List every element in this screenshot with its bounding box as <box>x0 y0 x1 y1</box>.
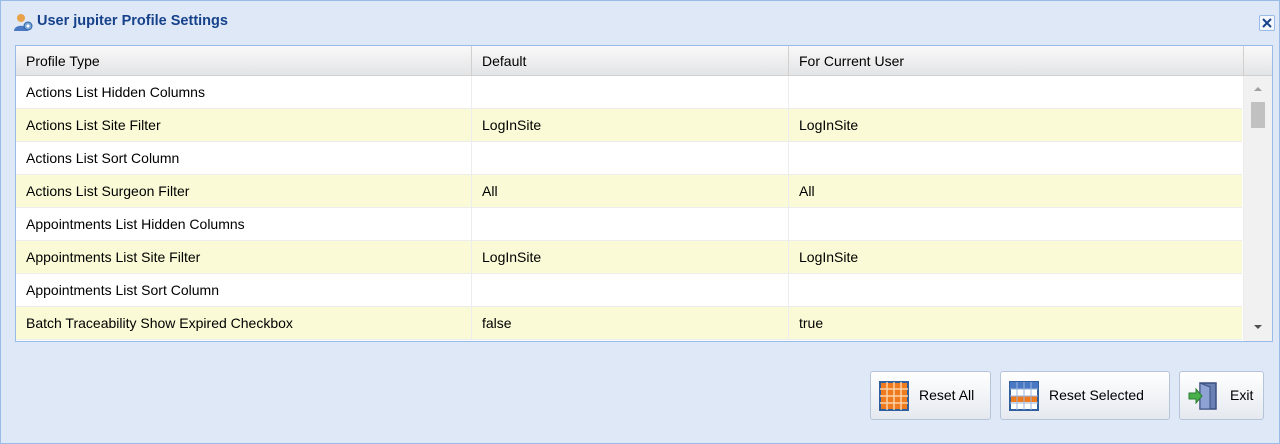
cell-current-user <box>789 208 1244 241</box>
cell-profile-type: Appointments List Sort Column <box>16 274 472 307</box>
column-header-profile-type[interactable]: Profile Type <box>16 46 472 76</box>
column-header-default[interactable]: Default <box>472 46 789 76</box>
close-icon <box>1262 18 1272 28</box>
window-titlebar: User jupiter Profile Settings <box>1 1 1279 43</box>
exit-door-icon <box>1188 382 1217 410</box>
cell-current-user: LogInSite <box>789 109 1244 142</box>
cell-current-user <box>789 142 1244 175</box>
cell-current-user: true <box>789 307 1244 340</box>
reset-selected-button[interactable]: Reset Selected <box>1000 371 1170 420</box>
grid-scrollbar[interactable] <box>1244 76 1272 341</box>
cell-current-user <box>789 274 1244 307</box>
cell-default <box>472 76 789 109</box>
table-row[interactable]: Appointments List Hidden Columns <box>16 208 1244 241</box>
column-header-for-current-user[interactable]: For Current User <box>789 46 1244 76</box>
cell-default: false <box>472 307 789 340</box>
window-title: User jupiter Profile Settings <box>37 13 228 29</box>
user-settings-icon <box>14 14 33 31</box>
cell-default <box>472 142 789 175</box>
reset-all-label: Reset All <box>919 387 975 403</box>
exit-button[interactable]: Exit <box>1179 371 1264 420</box>
table-row[interactable]: Batch Traceability Show Expired Checkbox… <box>16 307 1244 340</box>
cell-current-user: LogInSite <box>789 241 1244 274</box>
grid-rows: Actions List Hidden Columns Actions List… <box>16 76 1244 340</box>
table-row[interactable]: Appointments List Site Filter LogInSite … <box>16 241 1244 274</box>
reset-selected-label: Reset Selected <box>1049 387 1144 403</box>
table-row[interactable]: Actions List Sort Column <box>16 142 1244 175</box>
exit-label: Exit <box>1230 387 1254 403</box>
scroll-up-arrow-icon[interactable] <box>1251 82 1265 96</box>
cell-profile-type: Actions List Surgeon Filter <box>16 175 472 208</box>
reset-all-button[interactable]: Reset All <box>870 371 991 420</box>
profile-settings-window: User jupiter Profile Settings Profile Ty… <box>0 0 1280 444</box>
close-button[interactable] <box>1259 15 1275 31</box>
cell-default <box>472 274 789 307</box>
scroll-down-arrow-icon[interactable] <box>1251 320 1265 334</box>
table-row[interactable]: Appointments List Sort Column <box>16 274 1244 307</box>
grid-reset-icon <box>879 381 909 411</box>
profile-settings-grid: Profile Type Default For Current User Ac… <box>15 45 1273 342</box>
cell-current-user: All <box>789 175 1244 208</box>
grid-selected-reset-icon <box>1009 381 1039 411</box>
cell-profile-type: Actions List Site Filter <box>16 109 472 142</box>
cell-profile-type: Appointments List Site Filter <box>16 241 472 274</box>
cell-default: LogInSite <box>472 241 789 274</box>
grid-header: Profile Type Default For Current User <box>16 46 1272 76</box>
cell-default: LogInSite <box>472 109 789 142</box>
table-row[interactable]: Actions List Hidden Columns <box>16 76 1244 109</box>
scrollbar-thumb[interactable] <box>1251 102 1265 128</box>
table-row[interactable]: Actions List Surgeon Filter All All <box>16 175 1244 208</box>
cell-profile-type: Batch Traceability Show Expired Checkbox <box>16 307 472 340</box>
cell-profile-type: Actions List Sort Column <box>16 142 472 175</box>
cell-default: All <box>472 175 789 208</box>
cell-profile-type: Appointments List Hidden Columns <box>16 208 472 241</box>
cell-current-user <box>789 76 1244 109</box>
table-row[interactable]: Actions List Site Filter LogInSite LogIn… <box>16 109 1244 142</box>
cell-default <box>472 208 789 241</box>
cell-profile-type: Actions List Hidden Columns <box>16 76 472 109</box>
